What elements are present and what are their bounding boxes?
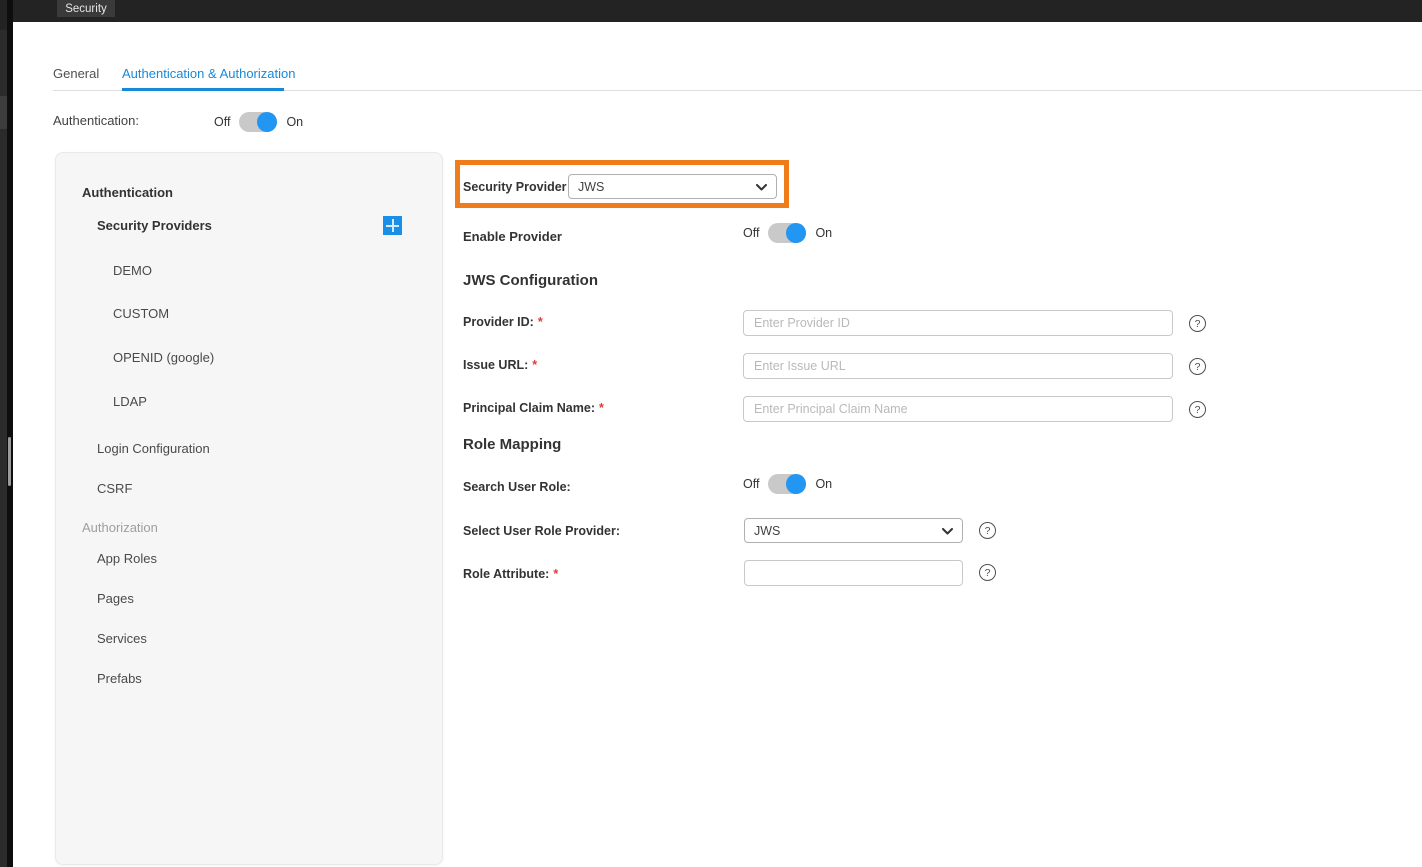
- sidebar-item-ldap[interactable]: LDAP: [113, 394, 147, 409]
- provider-id-label: Provider ID:*: [463, 315, 543, 329]
- sidebar-item-security-providers[interactable]: Security Providers: [97, 218, 212, 233]
- enable-provider-toggle[interactable]: Off On: [743, 223, 832, 243]
- role-attribute-input[interactable]: [744, 560, 963, 586]
- toggle-off-label: Off: [743, 226, 759, 240]
- sidebar-item-demo[interactable]: DEMO: [113, 263, 152, 278]
- tab-general[interactable]: General: [53, 66, 99, 81]
- security-provider-select[interactable]: JWS: [568, 174, 777, 199]
- active-tab-underline: [122, 88, 284, 91]
- tab-authentication-authorization[interactable]: Authentication & Authorization: [122, 66, 295, 81]
- left-rail-inner: [7, 0, 13, 867]
- left-rail-active-segment[interactable]: [0, 96, 7, 129]
- sidebar-item-authorization[interactable]: Authorization: [82, 520, 158, 535]
- required-asterisk: *: [532, 358, 537, 372]
- help-icon[interactable]: ?: [1189, 358, 1206, 375]
- toggle-on-label: On: [286, 115, 303, 129]
- tab-security-label: Security: [65, 3, 107, 15]
- sidebar-item-csrf[interactable]: CSRF: [97, 481, 132, 496]
- toggle-track[interactable]: [768, 223, 806, 243]
- user-role-provider-select-value: JWS: [754, 524, 780, 538]
- toggle-on-label: On: [815, 226, 832, 240]
- required-asterisk: *: [599, 401, 604, 415]
- principal-claim-name-label: Principal Claim Name:*: [463, 401, 604, 415]
- issue-url-input[interactable]: [743, 353, 1173, 379]
- toggle-on-label: On: [815, 477, 832, 491]
- chevron-down-icon: [942, 524, 953, 538]
- add-provider-button[interactable]: [383, 216, 402, 235]
- help-icon[interactable]: ?: [979, 522, 996, 539]
- left-rail: [0, 0, 7, 867]
- toggle-track[interactable]: [768, 474, 806, 494]
- provider-id-input[interactable]: [743, 310, 1173, 336]
- search-user-role-toggle[interactable]: Off On: [743, 474, 832, 494]
- toggle-knob: [257, 112, 277, 132]
- required-asterisk: *: [538, 315, 543, 329]
- issue-url-label: Issue URL:*: [463, 358, 537, 372]
- principal-claim-name-input[interactable]: [743, 396, 1173, 422]
- top-bar: Security: [13, 0, 1422, 22]
- sidebar-item-login-configuration[interactable]: Login Configuration: [97, 441, 210, 456]
- security-tree-panel: [55, 152, 443, 865]
- jws-configuration-title: JWS Configuration: [463, 272, 598, 289]
- enable-provider-label: Enable Provider: [463, 229, 562, 244]
- left-rail-segment: [0, 0, 7, 30]
- toggle-knob: [786, 223, 806, 243]
- select-user-role-provider-label: Select User Role Provider:: [463, 524, 620, 538]
- sidebar-item-services[interactable]: Services: [97, 631, 147, 646]
- sidebar-item-prefabs[interactable]: Prefabs: [97, 671, 142, 686]
- toggle-knob: [786, 474, 806, 494]
- required-asterisk: *: [553, 567, 558, 581]
- security-settings-screen: Security General Authentication & Author…: [0, 0, 1422, 867]
- help-icon[interactable]: ?: [1189, 315, 1206, 332]
- sidebar-item-pages[interactable]: Pages: [97, 591, 134, 606]
- sidebar-item-openid[interactable]: OPENID (google): [113, 350, 214, 365]
- sidebar-item-authentication[interactable]: Authentication: [82, 185, 173, 200]
- security-provider-select-value: JWS: [578, 180, 604, 194]
- authentication-toggle[interactable]: Off On: [214, 112, 303, 132]
- sidebar-item-app-roles[interactable]: App Roles: [97, 551, 157, 566]
- sidebar-item-custom[interactable]: CUSTOM: [113, 306, 169, 321]
- user-role-provider-select[interactable]: JWS: [744, 518, 963, 543]
- tab-security[interactable]: Security: [57, 0, 115, 17]
- toggle-off-label: Off: [214, 115, 230, 129]
- left-rail-scrollbar-thumb[interactable]: [8, 437, 11, 486]
- role-mapping-title: Role Mapping: [463, 436, 561, 453]
- help-icon[interactable]: ?: [1189, 401, 1206, 418]
- toggle-off-label: Off: [743, 477, 759, 491]
- help-icon[interactable]: ?: [979, 564, 996, 581]
- search-user-role-label: Search User Role:: [463, 480, 571, 494]
- chevron-down-icon: [756, 180, 767, 194]
- role-attribute-label: Role Attribute:*: [463, 567, 558, 581]
- toggle-track[interactable]: [239, 112, 277, 132]
- authentication-label: Authentication:: [53, 113, 139, 128]
- security-provider-label: Security Provider: [463, 180, 567, 194]
